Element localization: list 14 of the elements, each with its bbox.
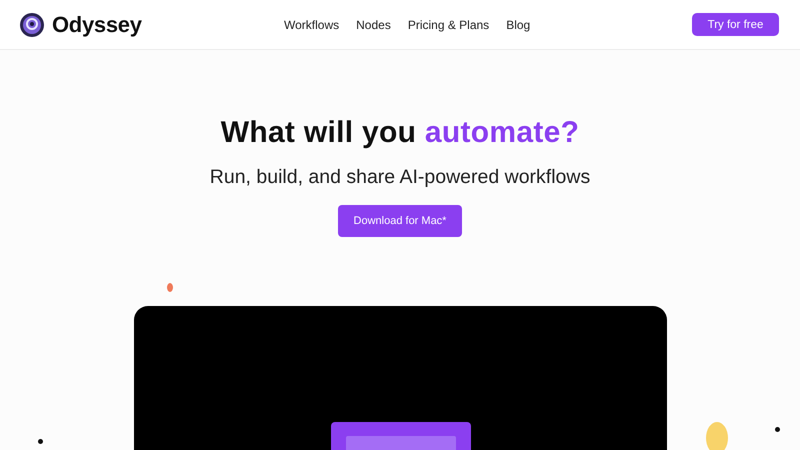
logo-icon bbox=[20, 12, 44, 36]
download-button[interactable]: Download for Mac* bbox=[338, 205, 462, 237]
decor-blob bbox=[706, 422, 728, 450]
nav-link[interactable]: Pricing & Plans bbox=[408, 18, 490, 32]
hero-title: What will you automate? bbox=[220, 116, 580, 150]
decor-dot bbox=[167, 283, 173, 292]
decor-dot bbox=[775, 427, 780, 432]
hero-subtitle: Run, build, and share AI-powered workflows bbox=[210, 166, 590, 189]
nav-link[interactable]: Nodes bbox=[356, 18, 391, 32]
decor-dot bbox=[38, 439, 43, 444]
nav-link[interactable]: Blog bbox=[506, 18, 530, 32]
brand-name[interactable]: Odyssey bbox=[52, 12, 142, 38]
nav-link[interactable]: Workflows bbox=[284, 18, 340, 32]
try-free-button[interactable]: Try for free bbox=[692, 13, 779, 36]
